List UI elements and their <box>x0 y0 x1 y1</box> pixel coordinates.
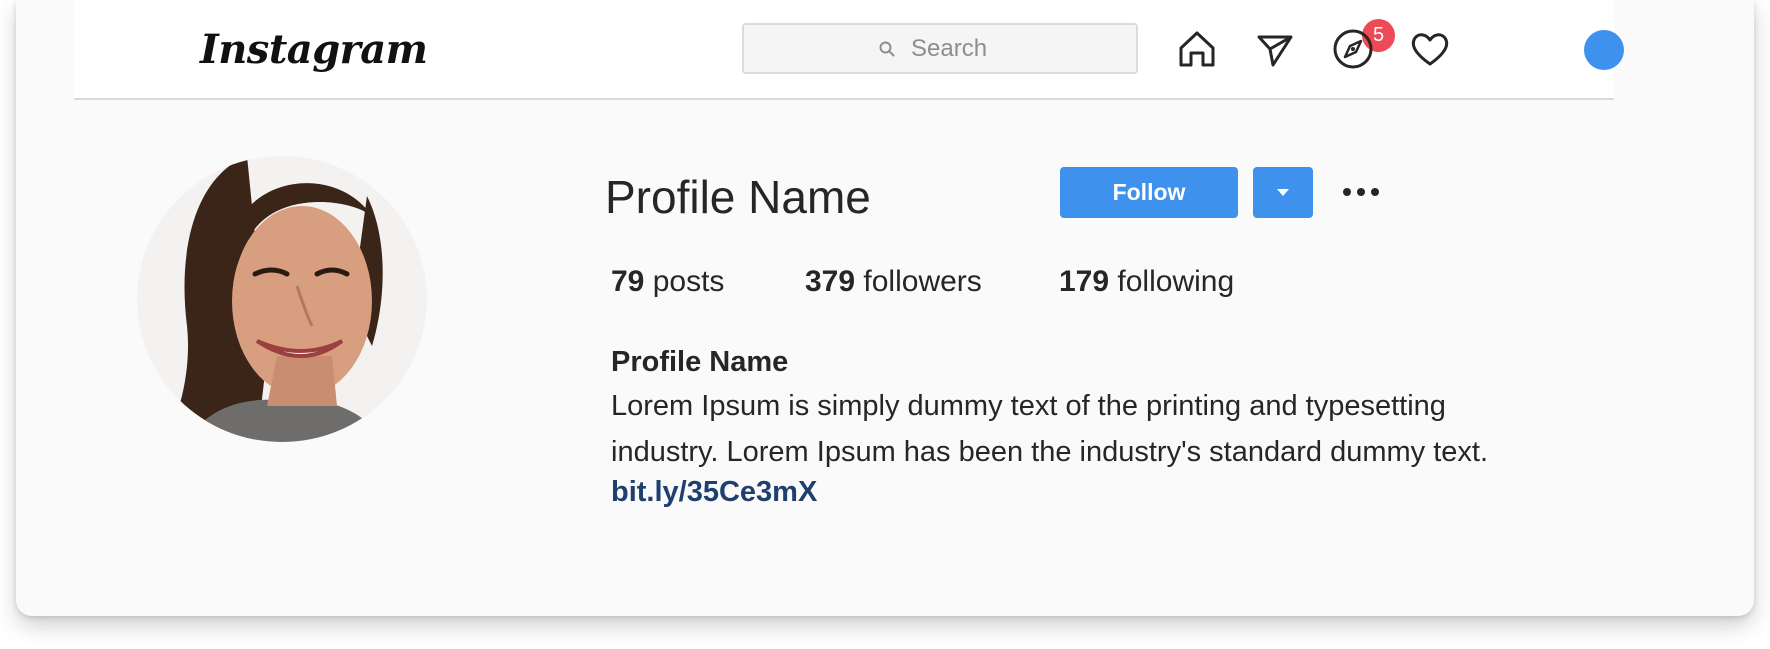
followers-count: 379 <box>805 265 856 298</box>
caret-down-icon <box>1276 185 1290 200</box>
followers-label: followers <box>863 265 982 298</box>
following-label: following <box>1117 265 1235 298</box>
more-options-icon[interactable] <box>1336 172 1386 212</box>
suggestions-dropdown-button[interactable] <box>1253 167 1313 218</box>
profile-username: Profile Name <box>605 171 871 223</box>
posts-label: posts <box>652 265 725 298</box>
explore-compass-icon[interactable] <box>1330 26 1376 72</box>
search-box[interactable] <box>742 23 1138 74</box>
activity-heart-icon[interactable] <box>1407 26 1453 72</box>
search-input[interactable] <box>911 34 1001 63</box>
following-count-stat[interactable]: 179 following <box>1059 265 1234 299</box>
instagram-logo[interactable]: Instagram <box>200 26 428 73</box>
follow-button[interactable]: Follow <box>1060 167 1238 218</box>
home-icon[interactable] <box>1174 26 1220 72</box>
user-avatar[interactable] <box>1584 30 1624 70</box>
bio-full-name: Profile Name <box>611 346 789 378</box>
direct-message-icon[interactable] <box>1252 26 1298 72</box>
followers-count-stat[interactable]: 379 followers <box>805 265 982 299</box>
profile-picture[interactable] <box>137 156 427 442</box>
top-navigation-bar: Instagram 5 <box>74 0 1624 100</box>
search-icon <box>879 41 895 57</box>
posts-count-stat[interactable]: 79 posts <box>611 265 724 299</box>
following-count: 179 <box>1059 265 1110 298</box>
posts-count: 79 <box>611 265 645 298</box>
bio-line: Lorem Ipsum is simply dummy text of the … <box>611 390 1446 422</box>
bio-line: industry. Lorem Ipsum has been the indus… <box>611 436 1489 468</box>
bio-description: Lorem Ipsum is simply dummy text of the … <box>611 383 1611 475</box>
profile-card: Instagram 5 <box>16 0 1754 616</box>
bio-website-link[interactable]: bit.ly/35Ce3mX <box>611 476 817 509</box>
